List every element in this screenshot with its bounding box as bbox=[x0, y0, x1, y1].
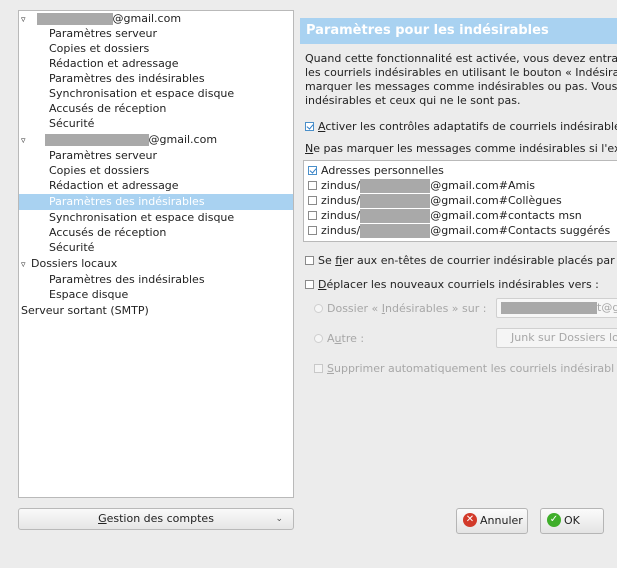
trust-headers-checkbox[interactable]: Se fier aux en-têtes de courrier indésir… bbox=[305, 254, 617, 268]
auto-delete-checkbox[interactable]: Supprimer automatiquement les courriels … bbox=[314, 362, 614, 376]
redacted-name bbox=[360, 209, 431, 223]
description-line: les courriels indésirables en utilisant … bbox=[305, 66, 617, 79]
checkbox-icon[interactable] bbox=[308, 180, 317, 190]
list-item[interactable]: zindus/@gmail.com#contacts msn bbox=[308, 208, 582, 223]
checkbox-icon[interactable] bbox=[305, 279, 314, 289]
tree-item[interactable]: Accusés de réception bbox=[49, 225, 166, 241]
redacted-email bbox=[44, 134, 149, 146]
tree-item[interactable]: Copies et dossiers bbox=[49, 163, 149, 179]
redacted-email bbox=[36, 13, 113, 25]
tree-item[interactable]: Espace disque bbox=[49, 287, 128, 303]
radio-icon[interactable] bbox=[314, 333, 323, 343]
cancel-icon: ✕ bbox=[463, 513, 477, 527]
list-item[interactable]: zindus/@gmail.com#Amis bbox=[308, 178, 535, 193]
tree-item[interactable]: Paramètres des indésirables bbox=[49, 272, 205, 288]
radio-icon[interactable] bbox=[314, 303, 323, 313]
checkbox-icon[interactable] bbox=[314, 363, 323, 373]
other-folder-radio[interactable]: Autre : bbox=[314, 332, 364, 346]
tree-account-2[interactable]: ▿ @gmail.com bbox=[21, 132, 217, 148]
redacted-account bbox=[501, 302, 597, 314]
collapse-icon[interactable]: ▿ bbox=[21, 133, 31, 149]
tree-item[interactable]: Synchronisation et espace disque bbox=[49, 86, 234, 102]
junk-settings-panel: Paramètres pour les indésirables Quand c… bbox=[300, 10, 617, 568]
list-item[interactable]: zindus/@gmail.com#Collègues bbox=[308, 193, 562, 208]
ok-button[interactable]: ✓ OK bbox=[540, 508, 604, 534]
collapse-icon[interactable]: ▿ bbox=[21, 12, 31, 28]
checkbox-checked-icon[interactable] bbox=[308, 165, 317, 175]
tree-item[interactable]: Paramètres des indésirables bbox=[49, 71, 205, 87]
checkbox-icon[interactable] bbox=[308, 225, 317, 235]
list-item[interactable]: zindus/@gmail.com#Contacts suggérés bbox=[308, 223, 610, 238]
tree-smtp[interactable]: Serveur sortant (SMTP) bbox=[21, 303, 149, 319]
tree-item[interactable]: Accusés de réception bbox=[49, 101, 166, 117]
ok-check-icon: ✓ bbox=[547, 513, 561, 527]
collapse-icon[interactable]: ▿ bbox=[21, 257, 31, 273]
whitelist-label: Ne pas marquer les messages comme indési… bbox=[305, 142, 617, 155]
checkbox-checked-icon[interactable] bbox=[305, 121, 314, 131]
tree-item[interactable]: Paramètres serveur bbox=[49, 148, 157, 164]
chevron-down-icon: ⌄ bbox=[275, 514, 283, 524]
redacted-name bbox=[360, 179, 431, 193]
checkbox-icon[interactable] bbox=[308, 195, 317, 205]
junk-account-field[interactable]: t@g bbox=[496, 298, 617, 318]
tree-account-1[interactable]: ▿ @gmail.com bbox=[21, 11, 181, 27]
description-line: marquer les messages comme indésirables … bbox=[305, 80, 617, 93]
description-line: indésirables et ceux qui ne le sont pas. bbox=[305, 94, 521, 107]
redacted-name bbox=[360, 194, 431, 208]
move-junk-checkbox[interactable]: Déplacer les nouveaux courriels indésira… bbox=[305, 278, 599, 292]
checkbox-icon[interactable] bbox=[308, 210, 317, 220]
tree-item[interactable]: Sécurité bbox=[49, 116, 94, 132]
page-title: Paramètres pour les indésirables bbox=[300, 18, 617, 44]
tree-local-folders[interactable]: ▿ Dossiers locaux bbox=[21, 256, 117, 272]
tree-item[interactable]: Copies et dossiers bbox=[49, 41, 149, 57]
tree-item[interactable]: Rédaction et adressage bbox=[49, 178, 179, 194]
whitelist-list[interactable]: Adresses personnelles zindus/@gmail.com#… bbox=[303, 160, 617, 242]
cancel-button[interactable]: ✕ Annuler bbox=[456, 508, 528, 534]
tree-item[interactable]: Sécurité bbox=[49, 240, 94, 256]
manage-accounts-button[interactable]: Gestion des comptes ⌄ bbox=[18, 508, 294, 530]
account-tree[interactable]: ▿ @gmail.com Paramètres serveur Copies e… bbox=[18, 10, 294, 498]
tree-item-selected[interactable]: Paramètres des indésirables bbox=[19, 194, 293, 210]
junk-folder-radio[interactable]: Dossier « Indésirables » sur : bbox=[314, 302, 486, 316]
list-item[interactable]: Adresses personnelles bbox=[308, 163, 444, 178]
tree-item[interactable]: Synchronisation et espace disque bbox=[49, 210, 234, 226]
description-line: Quand cette fonctionnalité est activée, … bbox=[305, 52, 617, 65]
tree-item[interactable]: Rédaction et adressage bbox=[49, 56, 179, 72]
redacted-name bbox=[360, 224, 431, 238]
tree-item[interactable]: Paramètres serveur bbox=[49, 26, 157, 42]
other-folder-field[interactable]: Junk sur Dossiers loca bbox=[496, 328, 617, 348]
checkbox-icon[interactable] bbox=[305, 255, 314, 265]
adaptive-controls-checkbox[interactable]: Activer les contrôles adaptatifs de cour… bbox=[305, 120, 617, 134]
